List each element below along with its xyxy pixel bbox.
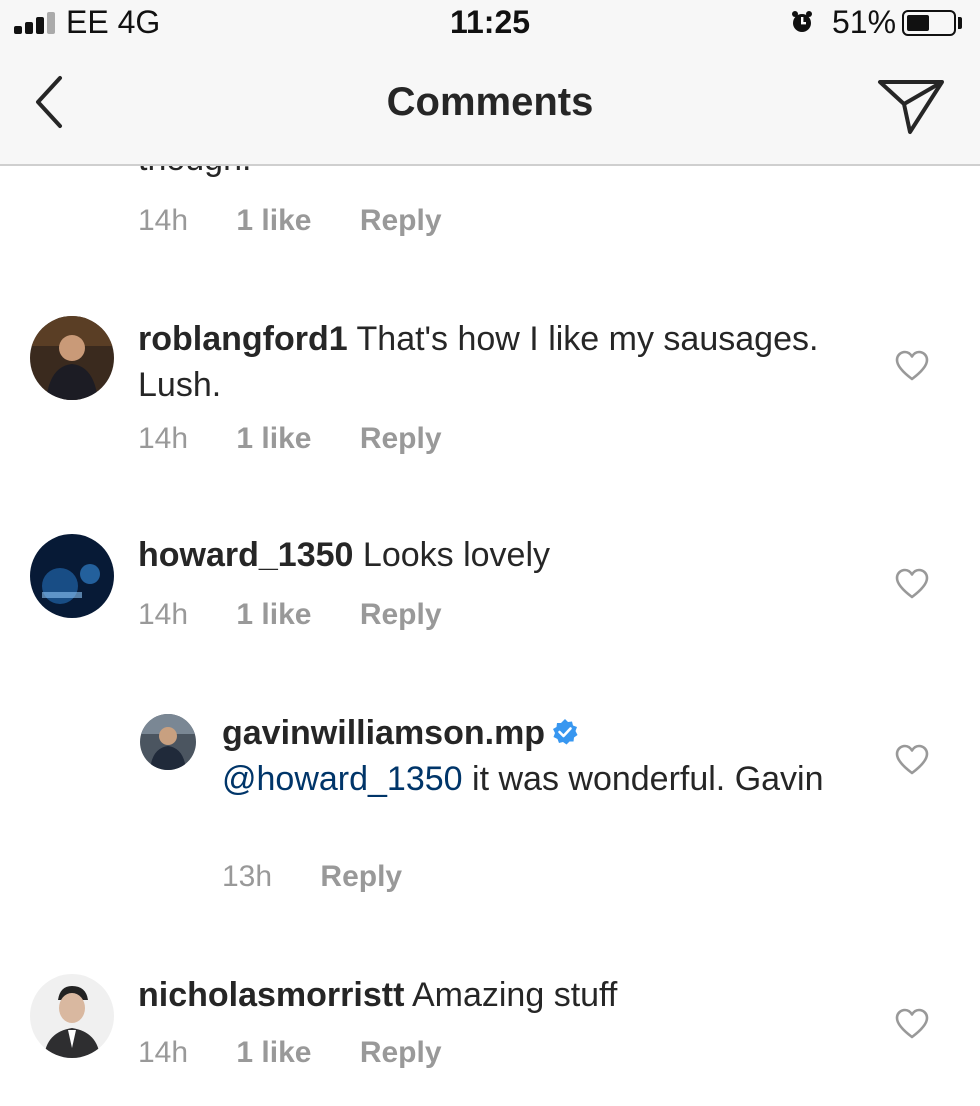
comment-body: Amazing stuff <box>411 976 618 1014</box>
list-item: howard_1350 Looks lovely 14h 1 like Repl… <box>0 528 980 658</box>
comment-time: 14h <box>138 598 189 631</box>
battery-percent: 51% <box>832 4 897 40</box>
battery-icon <box>902 10 956 36</box>
comment-text: gavinwilliamson.mp @howard_1350 it was w… <box>222 710 862 802</box>
comment-meta: 13h Reply <box>222 860 442 894</box>
reply-button[interactable]: Reply <box>360 204 442 237</box>
comment-time: 13h <box>222 860 273 893</box>
reply-button[interactable]: Reply <box>360 422 442 455</box>
reply-button[interactable]: Reply <box>360 1036 442 1069</box>
like-heart-icon[interactable] <box>894 1008 930 1040</box>
like-heart-icon[interactable] <box>894 568 930 600</box>
avatar[interactable] <box>30 534 114 618</box>
comment-username[interactable]: gavinwilliamson.mp <box>222 714 545 752</box>
comments-feed[interactable]: though. 14h 1 like Reply roblangford1 Th… <box>0 166 980 1106</box>
comment-username[interactable]: nicholasmorristt <box>138 976 404 1014</box>
comment-likes[interactable]: 1 like <box>236 1036 311 1069</box>
partial-comment: though. 14h 1 like Reply <box>0 166 980 266</box>
nav-bar: Comments <box>0 48 980 166</box>
comment-text: though. <box>138 166 251 182</box>
comment-meta: 14h 1 like Reply <box>138 422 482 456</box>
list-item: nicholasmorristt Amazing stuff 14h 1 lik… <box>0 968 980 1088</box>
comment-text: roblangford1 That's how I like my sausag… <box>138 316 858 408</box>
like-heart-icon[interactable] <box>894 744 930 776</box>
status-bar: EE 4G 11:25 51% <box>0 0 980 48</box>
avatar[interactable] <box>30 974 114 1058</box>
avatar[interactable] <box>30 316 114 400</box>
battery-fill <box>907 15 929 31</box>
comment-username[interactable]: roblangford1 <box>138 320 348 358</box>
list-item: roblangford1 That's how I like my sausag… <box>0 308 980 478</box>
battery-tip <box>958 17 962 29</box>
comment-time: 14h <box>138 1036 189 1069</box>
comment-username[interactable]: howard_1350 <box>138 536 353 574</box>
comment-time: 14h <box>138 422 189 455</box>
reply-button[interactable]: Reply <box>320 860 402 893</box>
comment-meta: 14h 1 like Reply <box>138 598 482 632</box>
direct-message-icon[interactable] <box>874 74 948 136</box>
comment-body: Looks lovely <box>362 536 551 574</box>
like-heart-icon[interactable] <box>894 350 930 382</box>
reply-button[interactable]: Reply <box>360 598 442 631</box>
alarm-clock-icon <box>792 11 812 32</box>
comment-likes[interactable]: 1 like <box>236 204 311 237</box>
comment-time: 14h <box>138 204 189 237</box>
comment-likes[interactable]: 1 like <box>236 598 311 631</box>
comment-meta: 14h 1 like Reply <box>138 1036 482 1070</box>
comment-text: nicholasmorristt Amazing stuff <box>138 972 858 1018</box>
comment-text: howard_1350 Looks lovely <box>138 532 858 578</box>
comment-meta: 14h 1 like Reply <box>138 204 482 238</box>
page-title: Comments <box>386 80 594 124</box>
comment-body: it was wonderful. Gavin <box>472 760 824 798</box>
reply-list-item: gavinwilliamson.mp @howard_1350 it was w… <box>0 706 980 906</box>
comment-likes[interactable]: 1 like <box>236 422 311 455</box>
avatar[interactable] <box>140 714 196 770</box>
comment-mention[interactable]: @howard_1350 <box>222 760 463 798</box>
verified-badge-icon <box>553 719 578 745</box>
